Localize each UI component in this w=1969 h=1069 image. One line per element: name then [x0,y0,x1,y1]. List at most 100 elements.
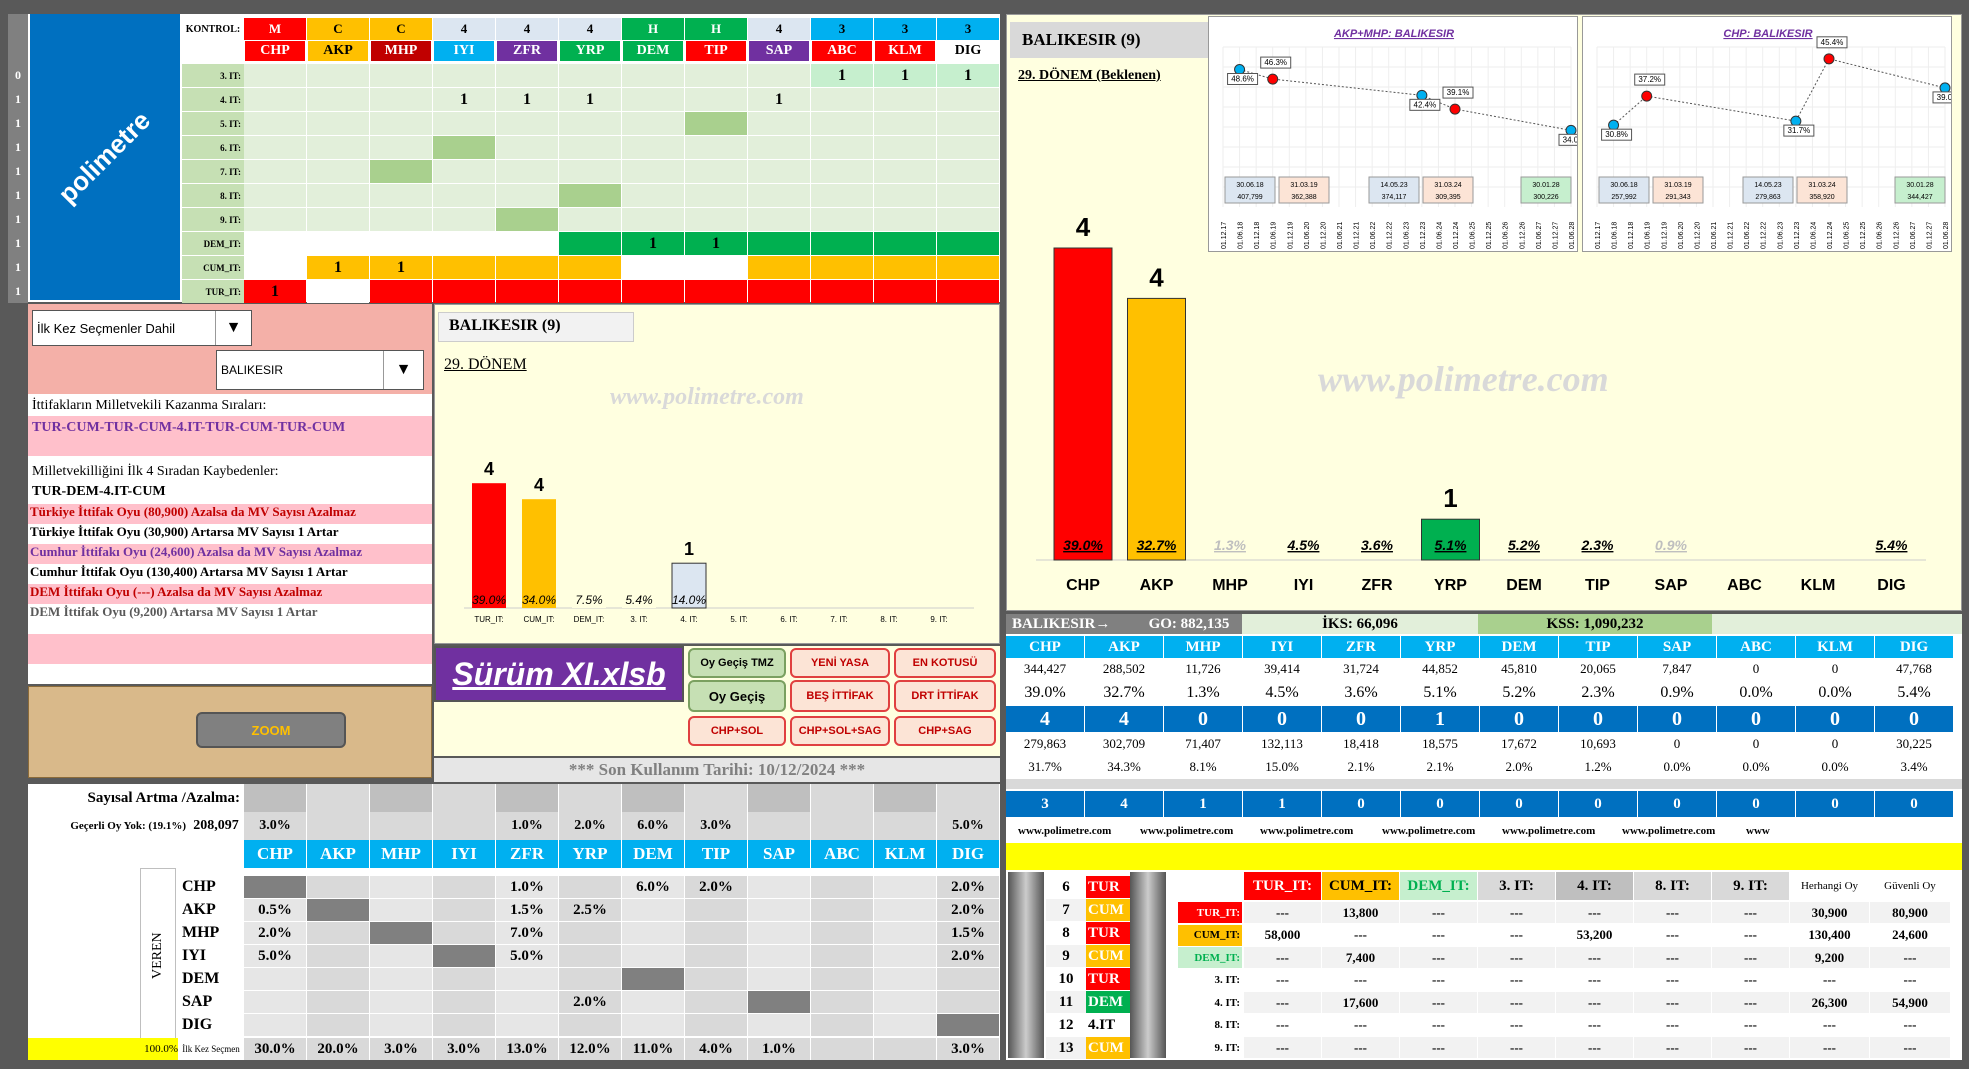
transfer-cell[interactable] [874,991,936,1013]
kontrol-cell[interactable] [685,256,747,279]
transfer-cell[interactable] [433,899,495,921]
transfer-cell[interactable] [433,991,495,1013]
kontrol-cell[interactable] [559,184,621,207]
transfer-cell[interactable] [811,991,873,1013]
kontrol-cell[interactable] [244,160,306,183]
kontrol-cell[interactable] [433,112,495,135]
first-voter-cell[interactable] [811,1038,873,1060]
transfer-cell[interactable] [622,991,684,1013]
pct-cell[interactable] [811,812,873,840]
kontrol-cell[interactable]: 1 [811,64,873,87]
kontrol-cell[interactable] [559,256,621,279]
pct-cell[interactable]: 2.0% [559,812,621,840]
transfer-cell[interactable] [685,968,747,990]
transfer-cell[interactable] [811,899,873,921]
transfer-top-cell[interactable] [811,784,873,812]
kontrol-cell[interactable] [559,64,621,87]
transfer-cell[interactable] [622,922,684,944]
kontrol-cell[interactable] [559,280,621,303]
kontrol-cell[interactable] [874,256,936,279]
action-button[interactable]: CHP+SOL+SAG [790,716,890,746]
transfer-cell[interactable] [307,876,369,898]
transfer-cell[interactable] [811,945,873,967]
transfer-cell[interactable]: 5.0% [496,945,558,967]
transfer-cell[interactable] [874,899,936,921]
kontrol-cell[interactable] [307,184,369,207]
kontrol-cell[interactable] [685,280,747,303]
kontrol-cell[interactable] [433,256,495,279]
kontrol-cell[interactable] [370,88,432,111]
transfer-cell[interactable] [433,876,495,898]
kontrol-cell[interactable]: 1 [370,256,432,279]
kontrol-cell[interactable] [937,136,999,159]
kontrol-cell[interactable] [244,232,306,255]
kontrol-cell[interactable] [496,112,558,135]
kontrol-cell[interactable]: 1 [685,232,747,255]
action-button[interactable]: DRT İTTİFAK [894,680,996,712]
zoom-button[interactable]: ZOOM [196,712,346,748]
pct-cell[interactable]: 6.0% [622,812,684,840]
transfer-cell[interactable] [496,1014,558,1036]
transfer-cell[interactable] [748,991,810,1013]
kontrol-cell[interactable] [685,112,747,135]
kontrol-cell[interactable] [685,208,747,231]
pct-cell[interactable] [307,812,369,840]
transfer-cell[interactable] [559,945,621,967]
transfer-top-cell[interactable] [433,784,495,812]
transfer-cell[interactable] [433,945,495,967]
transfer-cell[interactable] [811,922,873,944]
transfer-cell[interactable] [685,945,747,967]
kontrol-cell[interactable] [874,232,936,255]
kontrol-cell[interactable] [370,136,432,159]
transfer-cell[interactable]: 1.5% [496,899,558,921]
transfer-cell[interactable] [811,1014,873,1036]
kontrol-cell[interactable] [685,160,747,183]
transfer-cell[interactable] [370,968,432,990]
kontrol-cell[interactable] [748,112,810,135]
chevron-down-icon[interactable]: ▼ [383,351,423,389]
kontrol-cell[interactable] [685,184,747,207]
kontrol-cell[interactable] [496,280,558,303]
transfer-cell[interactable] [307,1014,369,1036]
order-scroll-right[interactable] [1130,872,1166,1058]
transfer-cell[interactable] [307,945,369,967]
kontrol-cell[interactable] [244,208,306,231]
transfer-cell[interactable] [748,922,810,944]
first-voter-cell[interactable]: 1.0% [748,1038,810,1060]
kontrol-cell[interactable] [748,64,810,87]
kontrol-cell[interactable]: 1 [937,64,999,87]
kontrol-cell[interactable] [370,280,432,303]
transfer-cell[interactable]: 1.0% [496,876,558,898]
action-button[interactable]: CHP+SAG [894,716,996,746]
transfer-cell[interactable]: 2.0% [937,899,999,921]
kontrol-cell[interactable] [685,88,747,111]
kontrol-cell[interactable] [811,88,873,111]
transfer-cell[interactable] [496,968,558,990]
kontrol-cell[interactable] [433,64,495,87]
first-voter-cell[interactable]: 11.0% [622,1038,684,1060]
pct-cell[interactable] [433,812,495,840]
kontrol-cell[interactable] [307,88,369,111]
kontrol-cell[interactable] [496,160,558,183]
transfer-top-cell[interactable] [559,784,621,812]
kontrol-cell[interactable] [811,136,873,159]
transfer-cell[interactable] [748,899,810,921]
kontrol-cell[interactable]: 1 [748,88,810,111]
chevron-down-icon[interactable]: ▼ [215,311,251,345]
transfer-cell[interactable] [370,945,432,967]
transfer-cell[interactable] [748,968,810,990]
transfer-top-cell[interactable] [748,784,810,812]
transfer-cell[interactable] [370,991,432,1013]
transfer-top-cell[interactable] [370,784,432,812]
kontrol-cell[interactable] [622,136,684,159]
kontrol-cell[interactable] [811,112,873,135]
transfer-cell[interactable] [244,1014,306,1036]
transfer-cell[interactable]: 2.5% [559,899,621,921]
transfer-cell[interactable]: 0.5% [244,899,306,921]
transfer-top-cell[interactable] [622,784,684,812]
transfer-top-cell[interactable] [307,784,369,812]
kontrol-cell[interactable] [811,184,873,207]
kontrol-cell[interactable] [244,112,306,135]
kontrol-cell[interactable] [433,160,495,183]
kontrol-cell[interactable] [874,280,936,303]
